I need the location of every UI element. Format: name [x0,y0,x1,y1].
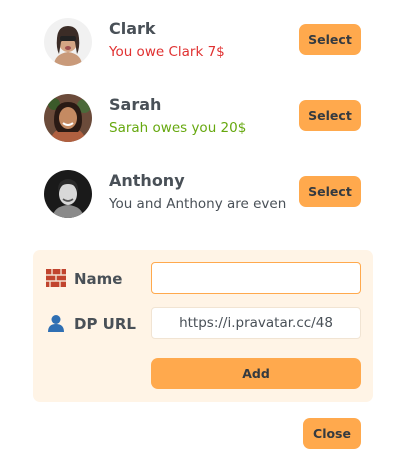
dp-url-label: DP URL [74,315,136,333]
friend-name: Sarah [109,95,162,114]
friend-balance-status: Sarah owes you 20$ [109,120,247,136]
friend-name: Anthony [109,171,185,190]
avatar [44,170,92,218]
close-button[interactable]: Close [303,418,361,449]
select-button[interactable]: Select [299,24,361,55]
select-button[interactable]: Select [299,100,361,131]
friend-item-anthony: Anthony You and Anthony are even Select [32,164,372,224]
brick-icon [45,267,67,289]
friend-name: Clark [109,19,156,38]
select-button[interactable]: Select [299,176,361,207]
add-friend-form: Name DP URL Add [33,250,373,402]
dp-url-input[interactable] [151,307,361,339]
friend-item-sarah: Sarah Sarah owes you 20$ Select [32,88,372,148]
name-label: Name [74,270,123,288]
friend-item-clark: Clark You owe Clark 7$ Select [32,12,372,72]
friend-balance-status: You owe Clark 7$ [109,44,225,60]
avatar [44,94,92,142]
person-silhouette-icon [45,312,67,334]
avatar [44,18,92,66]
add-button[interactable]: Add [151,358,361,389]
name-input[interactable] [151,262,361,294]
friend-balance-status: You and Anthony are even [109,196,287,212]
